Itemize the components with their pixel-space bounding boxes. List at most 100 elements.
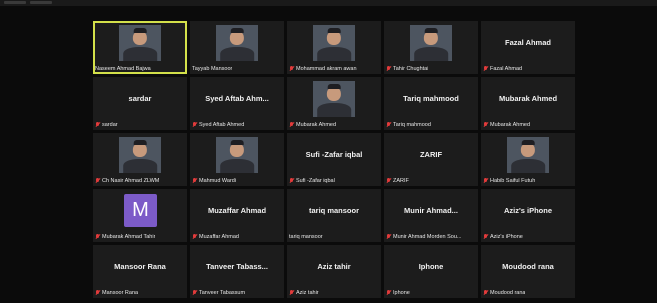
mic-muted-icon	[192, 234, 197, 240]
participant-tile[interactable]: sardar sardar	[93, 77, 187, 130]
participant-name-label: Ch Nasir Ahmad ZLWM	[95, 178, 159, 184]
participant-tile[interactable]: Tayyab Mansoor	[190, 21, 284, 74]
participant-tile[interactable]: Aziz's iPhone Aziz's iPhone	[481, 189, 575, 242]
participant-name: Tayyab Mansoor	[192, 66, 233, 72]
participant-video	[119, 25, 161, 61]
mic-muted-icon	[192, 122, 197, 128]
participant-tile[interactable]: Syed Aftab Ahm... Syed Aftab Ahmed	[190, 77, 284, 130]
participant-display-name: Iphone	[418, 262, 444, 271]
participant-name: Mubarak Ahmad Tahir	[102, 234, 156, 240]
mic-muted-icon	[483, 66, 488, 72]
participant-name: tariq mansoor	[289, 234, 323, 240]
participant-name: Munir Ahmad Morden Sou...	[393, 234, 462, 240]
participant-name-label: Mohammad akram awan	[289, 66, 357, 72]
participant-name: Sufi -Zafar iqbal	[296, 178, 335, 184]
participant-video	[119, 137, 161, 173]
participant-name: Tahir Chughtai	[393, 66, 429, 72]
participant-tile[interactable]: Muzaffar Ahmad Muzaffar Ahmad	[190, 189, 284, 242]
participant-display-name: Aziz tahir	[317, 262, 351, 271]
top-toolbar	[0, 0, 657, 6]
participant-video	[216, 25, 258, 61]
participant-display-name: Moudood rana	[502, 262, 554, 271]
participant-name-label: Fazal Ahmad	[483, 66, 522, 72]
participant-tile[interactable]: Fazal Ahmad Fazal Ahmad	[481, 21, 575, 74]
participant-tile[interactable]: Mubarak Ahmed Mubarak Ahmed	[481, 77, 575, 130]
participant-display-name: Sufi -Zafar iqbal	[305, 150, 363, 159]
participant-video	[313, 81, 355, 117]
participant-name: Aziz tahir	[296, 290, 319, 296]
participant-video	[507, 137, 549, 173]
participant-name: Tanveer Tabassum	[199, 290, 246, 296]
mic-muted-icon	[386, 66, 391, 72]
participant-tile[interactable]: Mubarak Ahmed	[287, 77, 381, 130]
participant-name: sardar	[102, 122, 118, 128]
participant-name-label: Aziz tahir	[289, 290, 319, 296]
participant-tile[interactable]: Tariq mahmood Tariq mahmood	[384, 77, 478, 130]
mic-muted-icon	[192, 178, 197, 184]
mic-muted-icon	[386, 290, 391, 296]
participant-name-label: Mubarak Ahmad Tahir	[95, 234, 155, 240]
participant-name: Syed Aftab Ahmed	[199, 122, 245, 128]
participant-tile[interactable]: Tahir Chughtai	[384, 21, 478, 74]
participant-display-name: Aziz's iPhone	[503, 206, 553, 215]
participant-name-label: Mahmud Wardi	[192, 178, 236, 184]
participant-name-label: Naseem Ahmad Bajwa	[95, 66, 151, 72]
participant-tile[interactable]: ZARIF ZARIF	[384, 133, 478, 186]
participant-video	[216, 137, 258, 173]
avatar: M	[124, 194, 157, 227]
participant-display-name: Mubarak Ahmed	[498, 94, 558, 103]
participant-name: Moudood rana	[490, 290, 526, 296]
participant-display-name: Mansoor Rana	[114, 262, 166, 271]
participant-tile[interactable]: Moudood rana Moudood rana	[481, 245, 575, 298]
participant-display-name: sardar	[128, 94, 152, 103]
participant-display-name: tariq mansoor	[308, 206, 359, 215]
participant-tile[interactable]: Habib Saiful Futuh	[481, 133, 575, 186]
participant-name: ZARIF	[393, 178, 409, 184]
mic-muted-icon	[289, 66, 294, 72]
participant-name-label: Moudood rana	[483, 290, 525, 296]
mic-muted-icon	[95, 234, 100, 240]
participant-name-label: Tanveer Tabassum	[192, 290, 245, 296]
toolbar-button[interactable]	[30, 1, 52, 4]
participant-tile[interactable]: M Mubarak Ahmad Tahir	[93, 189, 187, 242]
participant-tile[interactable]: Munir Ahmad... Munir Ahmad Morden Sou...	[384, 189, 478, 242]
participant-tile[interactable]: Naseem Ahmad Bajwa	[93, 21, 187, 74]
toolbar-button[interactable]	[4, 1, 26, 4]
participant-name-label: Sufi -Zafar iqbal	[289, 178, 335, 184]
participant-name-label: Muzaffar Ahmad	[192, 234, 239, 240]
participant-display-name: Munir Ahmad...	[404, 206, 458, 215]
participant-name-label: tariq mansoor	[289, 234, 323, 240]
participant-name-label: sardar	[95, 122, 118, 128]
participant-display-name: ZARIF	[419, 150, 443, 159]
participant-tile[interactable]: Sufi -Zafar iqbal Sufi -Zafar iqbal	[287, 133, 381, 186]
participant-tile[interactable]: Ch Nasir Ahmad ZLWM	[93, 133, 187, 186]
zoom-gallery-window: Naseem Ahmad Bajwa Tayyab Mansoor Mohammad…	[0, 0, 657, 303]
participant-name: Mansoor Rana	[102, 290, 139, 296]
mic-muted-icon	[483, 290, 488, 296]
participant-name-label: Tariq mahmood	[386, 122, 431, 128]
mic-muted-icon	[289, 122, 294, 128]
participant-tile[interactable]: Mahmud Wardi	[190, 133, 284, 186]
participant-name-label: Iphone	[386, 290, 410, 296]
participant-name-label: Mubarak Ahmed	[483, 122, 530, 128]
participant-tile[interactable]: Mansoor Rana Mansoor Rana	[93, 245, 187, 298]
participant-name: Iphone	[393, 290, 410, 296]
participant-name: Habib Saiful Futuh	[490, 178, 536, 184]
participant-tile[interactable]: Aziz tahir Aziz tahir	[287, 245, 381, 298]
mic-muted-icon	[95, 178, 100, 184]
mic-muted-icon	[192, 290, 197, 296]
participant-name-label: Munir Ahmad Morden Sou...	[386, 234, 461, 240]
mic-muted-icon	[95, 290, 100, 296]
participant-display-name: Tariq mahmood	[403, 94, 459, 103]
mic-muted-icon	[483, 122, 488, 128]
mic-muted-icon	[386, 234, 391, 240]
mic-muted-icon	[289, 290, 294, 296]
participant-tile[interactable]: Iphone Iphone	[384, 245, 478, 298]
participant-tile[interactable]: Tanveer Tabass... Tanveer Tabassum	[190, 245, 284, 298]
participant-name: Mahmud Wardi	[199, 178, 237, 184]
participant-display-name: Tanveer Tabass...	[206, 262, 268, 271]
participant-name: Tariq mahmood	[393, 122, 431, 128]
participant-tile[interactable]: Mohammad akram awan	[287, 21, 381, 74]
participant-name: Mohammad akram awan	[296, 66, 357, 72]
participant-tile[interactable]: tariq mansoor tariq mansoor	[287, 189, 381, 242]
